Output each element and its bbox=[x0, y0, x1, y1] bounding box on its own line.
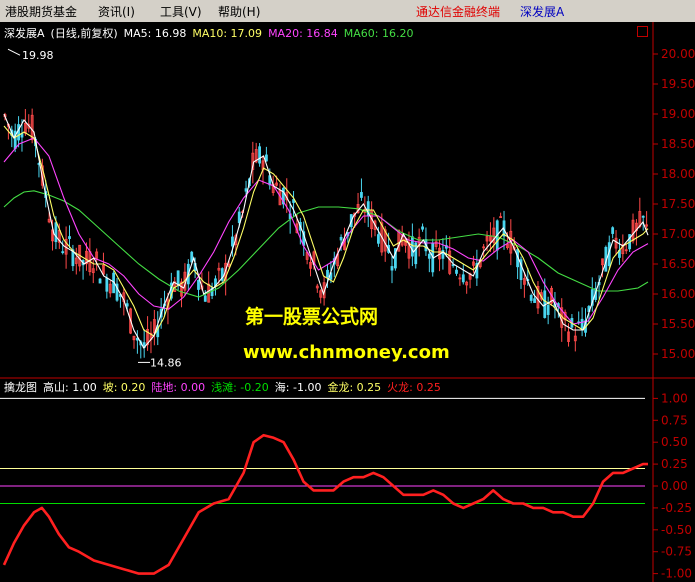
candle-body bbox=[390, 266, 394, 271]
price-tick-label: 19.50 bbox=[661, 77, 695, 91]
price-tick-label: 20.00 bbox=[661, 47, 695, 61]
menu-bar: 港股期货基金 资讯(I) 工具(V) 帮助(H) 通达信金融终端 深发展A bbox=[0, 0, 695, 23]
candle-body bbox=[264, 154, 268, 162]
candle-body bbox=[244, 188, 248, 192]
high-annotation: 19.98 bbox=[22, 49, 54, 62]
low-annotation: 14.86 bbox=[150, 356, 182, 369]
candle-body bbox=[339, 236, 343, 241]
indicator-tick-label: -0.75 bbox=[661, 545, 692, 559]
chart-area: 19.98 14.86 20.00 19.50 19.00 18.50 18.00 17.5… bbox=[0, 22, 695, 582]
candle-body bbox=[258, 146, 262, 164]
watermark-title: 第一股票公式网 bbox=[245, 305, 378, 328]
candle-body bbox=[529, 295, 533, 301]
indicator-tick-label: -0.25 bbox=[661, 501, 692, 515]
header-value-3: MA10: 17.09 bbox=[192, 27, 262, 40]
candle-body bbox=[326, 269, 329, 278]
candle-body bbox=[461, 274, 465, 283]
indicator-header: 擒龙图 高山: 1.00 坡: 0.20 陆地: 0.00 浅滩: -0.20 海: -1… bbox=[4, 380, 441, 394]
header-value-0: 深发展A bbox=[4, 26, 45, 40]
candle-body bbox=[98, 278, 102, 284]
candle-body bbox=[455, 269, 458, 274]
price-tick-label: 16.50 bbox=[661, 257, 695, 271]
candle-body bbox=[533, 298, 536, 303]
menu-item-tools[interactable]: 工具(V) bbox=[160, 3, 202, 20]
price-tick-label: 16.00 bbox=[661, 287, 695, 301]
header-value-6: 金龙: 0.25 bbox=[327, 380, 381, 394]
indicator-tick-label: 0.25 bbox=[661, 457, 688, 471]
header-value-7: 火龙: 0.25 bbox=[387, 381, 441, 394]
candle-body bbox=[203, 295, 207, 302]
candle-body bbox=[61, 251, 65, 254]
price-tick-label: 19.00 bbox=[661, 107, 695, 121]
candle-body bbox=[54, 222, 58, 243]
chart-background bbox=[0, 22, 695, 582]
watermark-url: www.chnmoney.com bbox=[243, 342, 450, 363]
header-value-1: 高山: 1.00 bbox=[43, 380, 97, 394]
indicator-tick-label: 0.00 bbox=[661, 479, 688, 493]
header-value-4: MA20: 16.84 bbox=[268, 27, 338, 40]
candle-body bbox=[427, 253, 431, 259]
price-tick-label: 18.50 bbox=[661, 137, 695, 151]
candle-body bbox=[17, 124, 20, 141]
indicator-tick-label: 0.75 bbox=[661, 413, 688, 427]
candle-body bbox=[611, 227, 615, 234]
header-value-4: 浅滩: -0.20 bbox=[211, 380, 269, 394]
price-tick-label: 17.00 bbox=[661, 227, 695, 241]
candle-body bbox=[176, 270, 180, 285]
price-tick-label: 18.00 bbox=[661, 167, 695, 181]
price-header: 深发展A (日线,前复权) MA5: 16.98 MA10: 17.09 MA20: 1… bbox=[4, 26, 414, 40]
indicator-tick-label: 1.00 bbox=[661, 391, 688, 405]
price-tick-label: 17.50 bbox=[661, 197, 695, 211]
candle-body bbox=[377, 234, 380, 244]
candle-body bbox=[546, 305, 550, 315]
candle-body bbox=[125, 303, 129, 307]
header-value-3: 陆地: 0.00 bbox=[151, 380, 205, 394]
price-tick-label: 15.50 bbox=[661, 317, 695, 331]
pane-close-button[interactable] bbox=[637, 26, 648, 37]
app-title: 通达信金融终端 bbox=[416, 5, 501, 19]
candle-body bbox=[197, 279, 200, 290]
header-value-5: 海: -1.00 bbox=[275, 380, 322, 394]
candle-body bbox=[237, 211, 241, 223]
current-stock-name: 深发展A bbox=[520, 5, 565, 19]
header-value-2: MA5: 16.98 bbox=[124, 27, 187, 40]
price-tick-label: 15.00 bbox=[661, 347, 695, 361]
header-value-1: (日线,前复权) bbox=[51, 26, 118, 40]
indicator-tick-label: 0.50 bbox=[661, 435, 688, 449]
header-value-5: MA60: 16.20 bbox=[344, 27, 414, 40]
menu-item-help[interactable]: 帮助(H) bbox=[218, 3, 260, 20]
indicator-tick-label: -0.50 bbox=[661, 523, 692, 537]
header-value-0: 擒龙图 bbox=[4, 380, 37, 394]
candle-body bbox=[231, 236, 234, 247]
candle-body bbox=[580, 318, 584, 331]
candle-body bbox=[421, 226, 424, 230]
candle-body bbox=[68, 236, 71, 239]
header-value-2: 坡: 0.20 bbox=[103, 381, 146, 394]
candle-body bbox=[360, 192, 363, 198]
menu-item-hk-futures[interactable]: 港股期货基金 bbox=[5, 3, 77, 20]
indicator-tick-label: -1.00 bbox=[661, 567, 692, 581]
candle-body bbox=[105, 277, 109, 292]
candle-body bbox=[641, 215, 645, 218]
menu-item-info[interactable]: 资讯(I) bbox=[98, 3, 135, 20]
